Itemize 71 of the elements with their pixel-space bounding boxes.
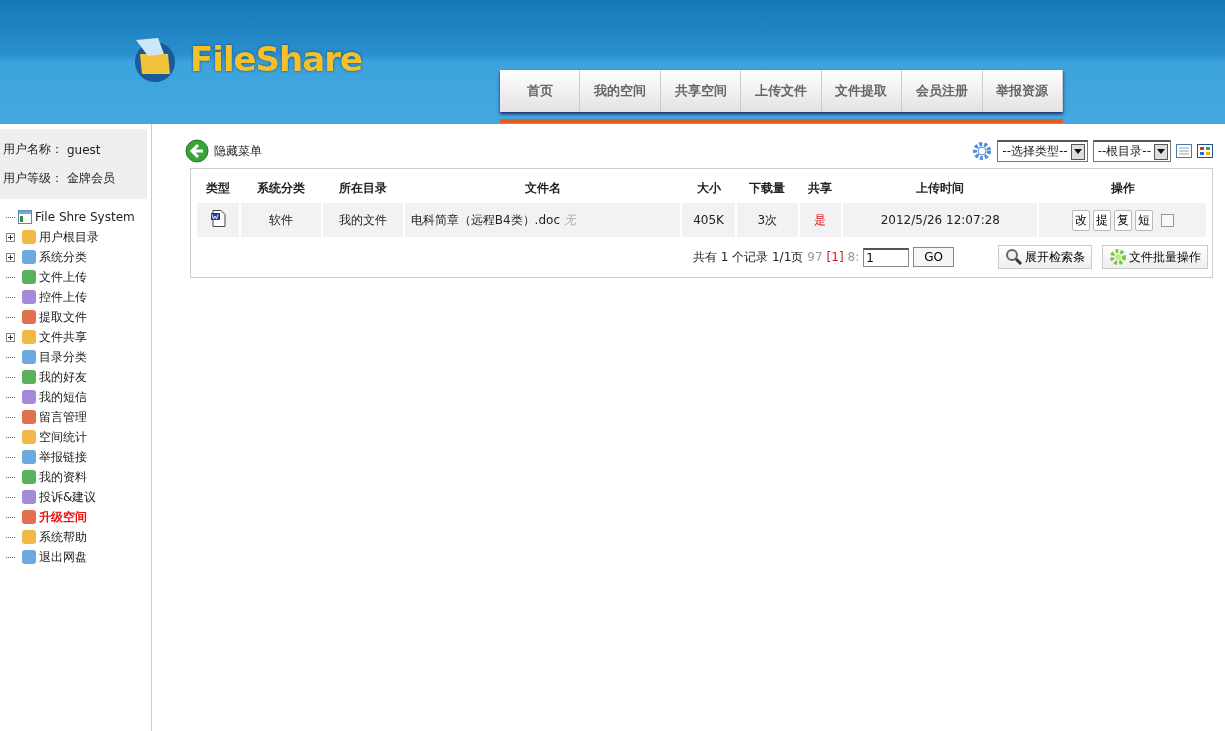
tree-item[interactable]: 我的好友 (39, 368, 87, 386)
nav-tab[interactable]: 上传文件 (741, 70, 822, 112)
expand-icon[interactable] (6, 232, 15, 242)
action-button[interactable]: 改 (1071, 209, 1090, 231)
expand-icon[interactable] (6, 332, 15, 342)
table-cell: 是 (799, 203, 842, 237)
tree-item[interactable]: 我的短信 (39, 388, 87, 406)
gear-icon (1109, 248, 1127, 266)
tree-item[interactable]: 文件上传 (39, 268, 87, 286)
table-cell: 我的文件 (322, 203, 403, 237)
tree-item[interactable]: 举报链接 (39, 448, 87, 466)
expand-icon[interactable] (6, 252, 15, 262)
table-cell: 2012/5/26 12:07:28 (843, 203, 1038, 237)
tree-item[interactable]: 文件共享 (39, 328, 87, 346)
expand-search-button[interactable]: 展开检索条 (998, 245, 1092, 269)
tree-item[interactable]: 退出网盘 (39, 548, 87, 566)
batch-operation-button[interactable]: 文件批量操作 (1102, 245, 1208, 269)
column-header: 系统分类 (255, 179, 306, 197)
tree-item[interactable]: 提取文件 (39, 308, 87, 326)
column-header: 类型 (204, 179, 231, 197)
grid-view-icon[interactable] (1197, 144, 1213, 158)
tree-item[interactable]: 用户根目录 (39, 228, 99, 246)
column-header: 上传时间 (915, 179, 966, 197)
column-header: 所在目录 (337, 179, 388, 197)
nav-tab[interactable]: 会员注册 (902, 70, 983, 112)
action-button[interactable]: 短 (1134, 209, 1153, 231)
user-name-label: 用户名称： (3, 141, 63, 158)
tree-item[interactable]: 留言管理 (39, 408, 87, 426)
user-level: 金牌会员 (67, 170, 115, 187)
tree-item[interactable]: 我的资料 (39, 468, 87, 486)
file-name-link[interactable]: 电科简章（远程B4类）.doc (410, 212, 560, 227)
nav-tab[interactable]: 我的空间 (580, 70, 661, 112)
tree-item[interactable]: 目录分类 (39, 348, 87, 366)
table-cell: 3次 (736, 203, 798, 237)
action-button[interactable]: 复 (1113, 209, 1132, 231)
tree-item[interactable]: 系统分类 (39, 248, 87, 266)
user-name: guest (67, 142, 101, 157)
column-header: 大小 (695, 179, 722, 197)
tree-item[interactable]: 系统帮助 (39, 528, 87, 546)
table-cell: 软件 (240, 203, 321, 237)
nav-tab[interactable]: 文件提取 (821, 70, 903, 112)
table-cell: 405K (682, 203, 735, 237)
column-header: 文件名 (523, 179, 562, 197)
tree-item[interactable]: 升级空间 (39, 508, 87, 526)
tree-item[interactable]: 投诉&建议 (39, 488, 97, 506)
nav-tab[interactable]: 举报资源 (982, 70, 1063, 112)
column-header: 操作 (1109, 179, 1136, 197)
tree-item[interactable]: 控件上传 (39, 288, 87, 306)
nav-tab[interactable]: 首页 (500, 70, 581, 112)
go-button[interactable]: GO (913, 247, 954, 267)
page-input-field[interactable]: 1 (863, 247, 910, 267)
user-level-label: 用户等级： (3, 170, 63, 187)
tree-root[interactable]: File Shre System (35, 210, 135, 224)
settings-icon[interactable] (972, 141, 993, 161)
directory-select[interactable]: --根目录-- (1092, 140, 1171, 162)
record-summary: 共有 1 个记录 1/1页 (692, 248, 804, 266)
hide-menu-link[interactable]: 隐藏菜单 (214, 142, 262, 160)
file-note: 无 (563, 212, 576, 227)
search-icon (1005, 248, 1023, 266)
tree-item[interactable]: 空间统计 (39, 428, 87, 446)
list-view-icon[interactable] (1176, 144, 1192, 158)
current-page: [1] (826, 250, 844, 264)
logo-text: FileShare (190, 39, 363, 79)
word-document-icon (209, 210, 226, 227)
type-select[interactable]: --选择类型-- (997, 140, 1088, 162)
row-checkbox[interactable] (1160, 213, 1174, 227)
column-header: 下载量 (748, 179, 787, 197)
nav-tab[interactable]: 共享空间 (660, 70, 742, 112)
window-icon (18, 210, 32, 224)
column-header: 共享 (807, 179, 834, 197)
action-button[interactable]: 提 (1092, 209, 1111, 231)
